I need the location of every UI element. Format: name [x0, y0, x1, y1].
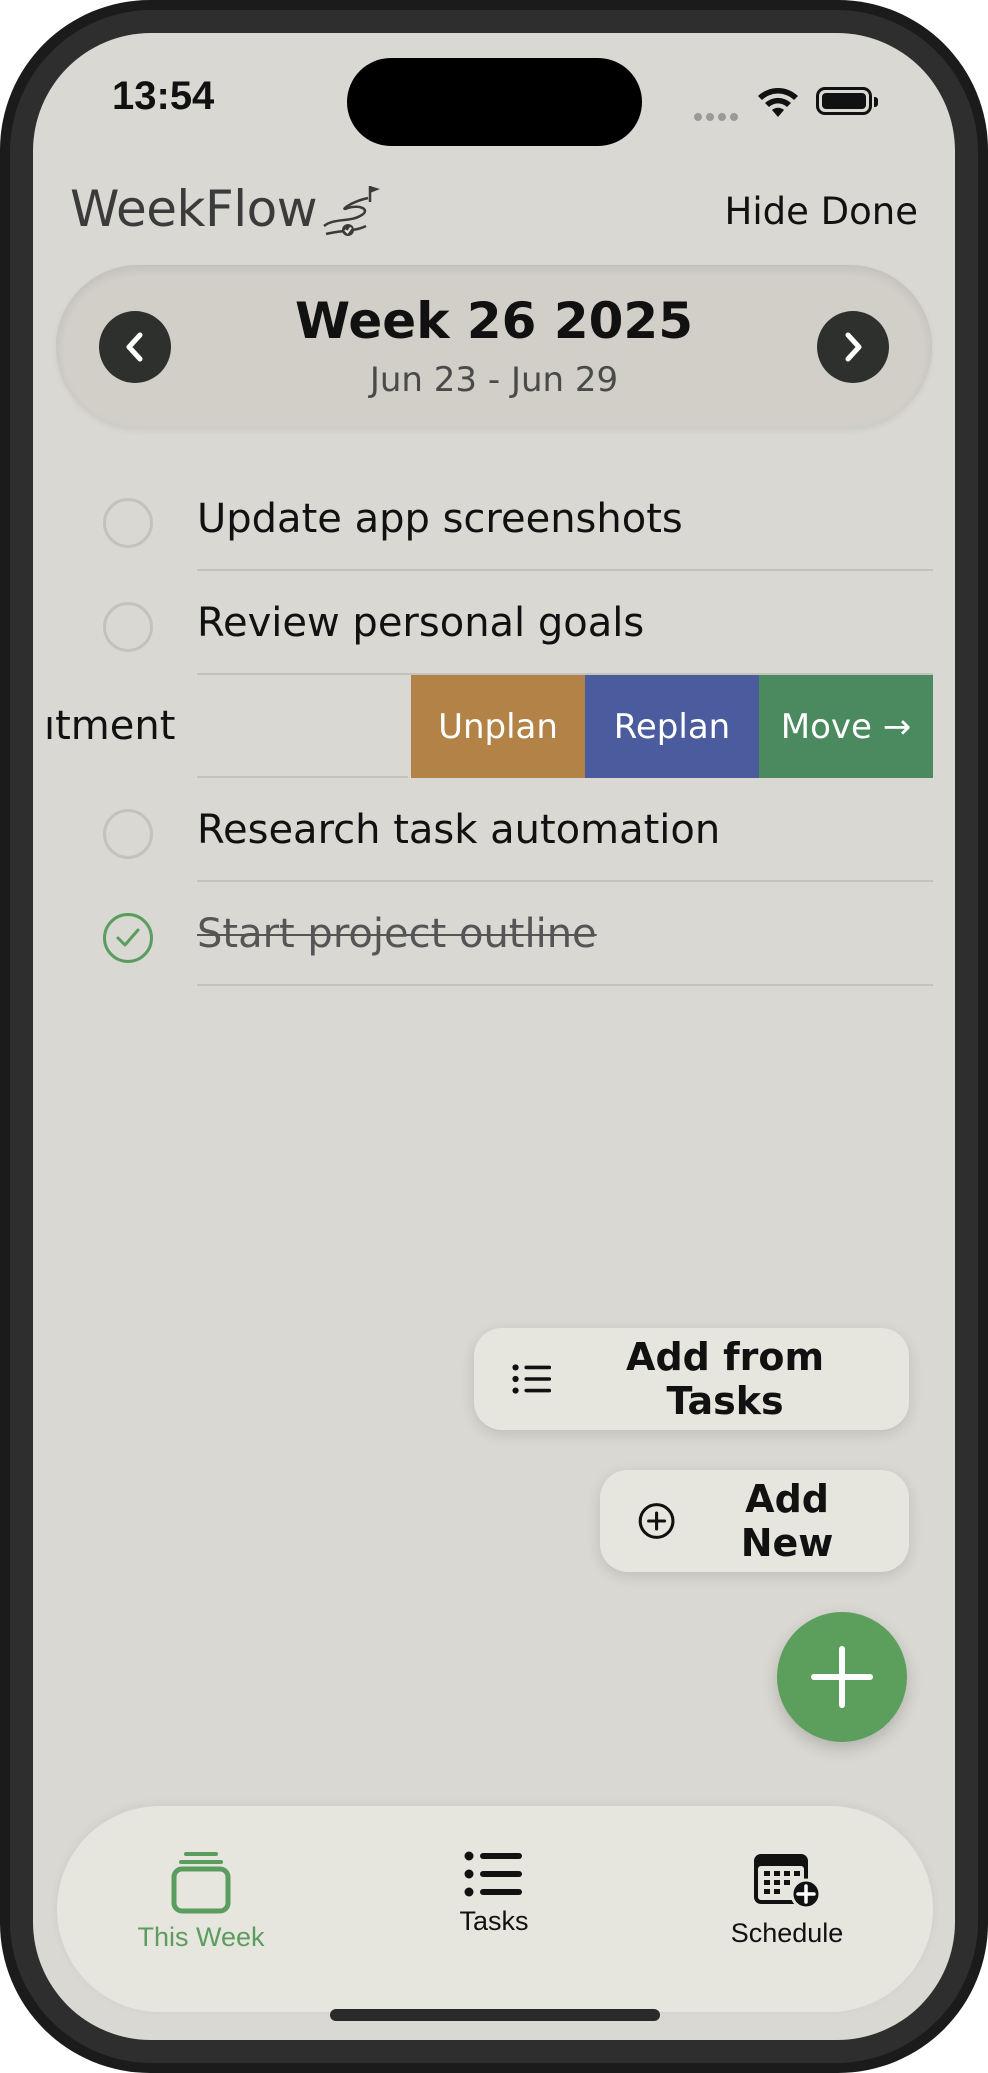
task-divider [197, 776, 408, 778]
replan-button[interactable]: Replan [585, 675, 759, 778]
task-row[interactable]: Review personal goals [0, 572, 988, 675]
move-button[interactable]: Move → [759, 675, 933, 778]
list-icon [512, 1364, 552, 1394]
task-label: Start project outline [197, 911, 597, 957]
wifi-icon [758, 88, 798, 117]
logo-path-icon [323, 186, 380, 236]
signal-icon [694, 106, 742, 125]
task-checkbox[interactable] [103, 809, 153, 859]
swiped-task-row[interactable]: ıtment Unplan Replan Move → [0, 675, 988, 778]
list-icon [464, 1851, 522, 1897]
checkmark-icon [116, 928, 140, 947]
task-label: Review personal goals [197, 600, 645, 646]
plus-circle-icon [638, 1503, 675, 1539]
status-time: 13:54 [112, 74, 215, 118]
tab-schedule[interactable]: Schedule [687, 1850, 887, 1949]
tab-this-week-label: This Week [137, 1922, 265, 1952]
add-from-tasks-label: Add from Tasks [626, 1335, 825, 1423]
tab-this-week[interactable]: This Week [101, 1850, 301, 1953]
task-divider [197, 984, 933, 986]
task-checkbox[interactable] [103, 602, 153, 652]
task-checkbox[interactable] [103, 498, 153, 548]
add-new-button[interactable]: Add New [600, 1470, 909, 1572]
task-divider [197, 569, 933, 571]
next-week-button[interactable] [817, 311, 889, 383]
fab-add-button[interactable] [777, 1612, 907, 1742]
stack-icon [171, 1852, 231, 1914]
tab-tasks[interactable]: Tasks [394, 1850, 594, 1937]
home-indicator [330, 2009, 660, 2021]
task-row[interactable]: Start project outline [0, 883, 988, 986]
add-from-tasks-button[interactable]: Add from Tasks [474, 1328, 909, 1430]
battery-icon [816, 87, 878, 115]
hide-done-button[interactable]: Hide Done [725, 190, 918, 233]
chevron-right-icon [845, 332, 862, 362]
unplan-button[interactable]: Unplan [411, 675, 585, 778]
tab-tasks-label: Tasks [459, 1906, 529, 1936]
calendar-plus-icon [754, 1854, 822, 1910]
swiped-task-label: ıtment [44, 703, 176, 749]
task-row[interactable]: Update app screenshots [0, 468, 988, 571]
dynamic-island [347, 58, 642, 146]
plus-icon [811, 1646, 873, 1708]
tab-schedule-label: Schedule [730, 1918, 844, 1948]
task-row[interactable]: Research task automation [0, 779, 988, 882]
task-checkbox-checked[interactable] [103, 913, 153, 963]
app-title: WeekFlow [70, 180, 318, 238]
add-new-label: Add New [740, 1477, 834, 1565]
task-label: Update app screenshots [197, 496, 683, 542]
task-divider [197, 880, 933, 882]
task-label: Research task automation [197, 807, 721, 853]
